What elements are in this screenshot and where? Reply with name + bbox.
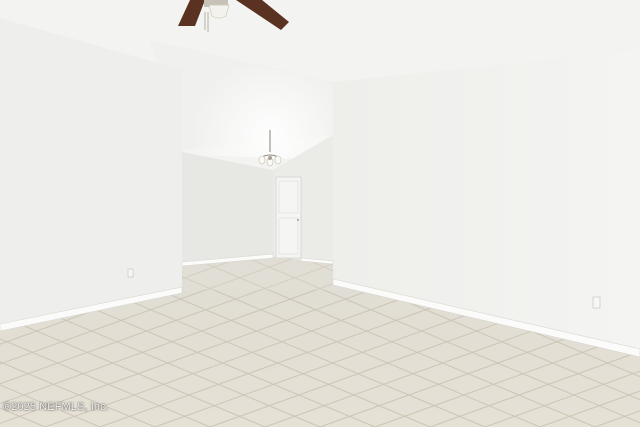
empty-room-photo: ©2025 NEFMLS, Inc. [0,0,640,427]
outlet-icon [127,268,134,278]
copyright-watermark: ©2025 NEFMLS, Inc. [3,401,109,413]
outlet-icon [592,296,601,309]
left-wall [0,18,182,330]
back-wall [182,152,273,265]
door-icon [275,176,302,259]
